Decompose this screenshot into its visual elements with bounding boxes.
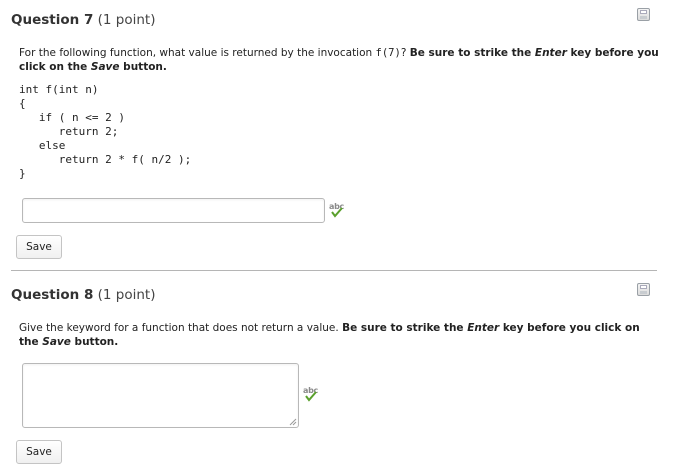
question-8-title: Question 8 (1 point): [11, 287, 155, 303]
question-7-save-button[interactable]: Save: [16, 235, 62, 259]
question-7-title: Question 7 (1 point): [11, 12, 155, 28]
question-8-answer-textarea[interactable]: [22, 363, 299, 428]
instruction-save: Save: [90, 61, 120, 73]
prompt-text: Give the keyword for a function that doe…: [19, 322, 343, 334]
question-8-points: (1 point): [97, 287, 156, 303]
question-7-label: Question 7: [11, 12, 94, 28]
invocation-code: f(7): [375, 47, 401, 59]
prompt-text-end: ?: [400, 47, 410, 59]
resize-grip-icon[interactable]: [289, 418, 297, 426]
question-8-label: Question 8: [11, 287, 94, 303]
question-7-answer-input[interactable]: [22, 198, 325, 223]
instruction-pre: Be sure to strike the: [342, 322, 468, 334]
instruction-save: Save: [42, 336, 71, 348]
instruction-enter: Enter: [467, 322, 500, 334]
question-8-save-button[interactable]: Save: [16, 440, 62, 464]
save-disk-icon[interactable]: [637, 283, 650, 296]
instruction-enter: Enter: [534, 47, 567, 59]
question-8-prompt: Give the keyword for a function that doe…: [19, 321, 659, 349]
instruction-post: button.: [119, 61, 167, 73]
save-disk-icon[interactable]: [637, 8, 650, 21]
spell-check-icon[interactable]: abc: [302, 386, 320, 403]
question-7-prompt: For the following function, what value i…: [19, 46, 659, 74]
spell-check-icon[interactable]: abc: [328, 202, 346, 219]
question-divider: [11, 270, 657, 271]
instruction-pre: Be sure to strike the: [409, 47, 535, 59]
question-7-points: (1 point): [97, 12, 156, 28]
code-block: int f(int n) { if ( n <= 2 ) return 2; e…: [19, 83, 192, 180]
prompt-text: For the following function, what value i…: [19, 47, 376, 59]
instruction-post: button.: [70, 336, 119, 348]
